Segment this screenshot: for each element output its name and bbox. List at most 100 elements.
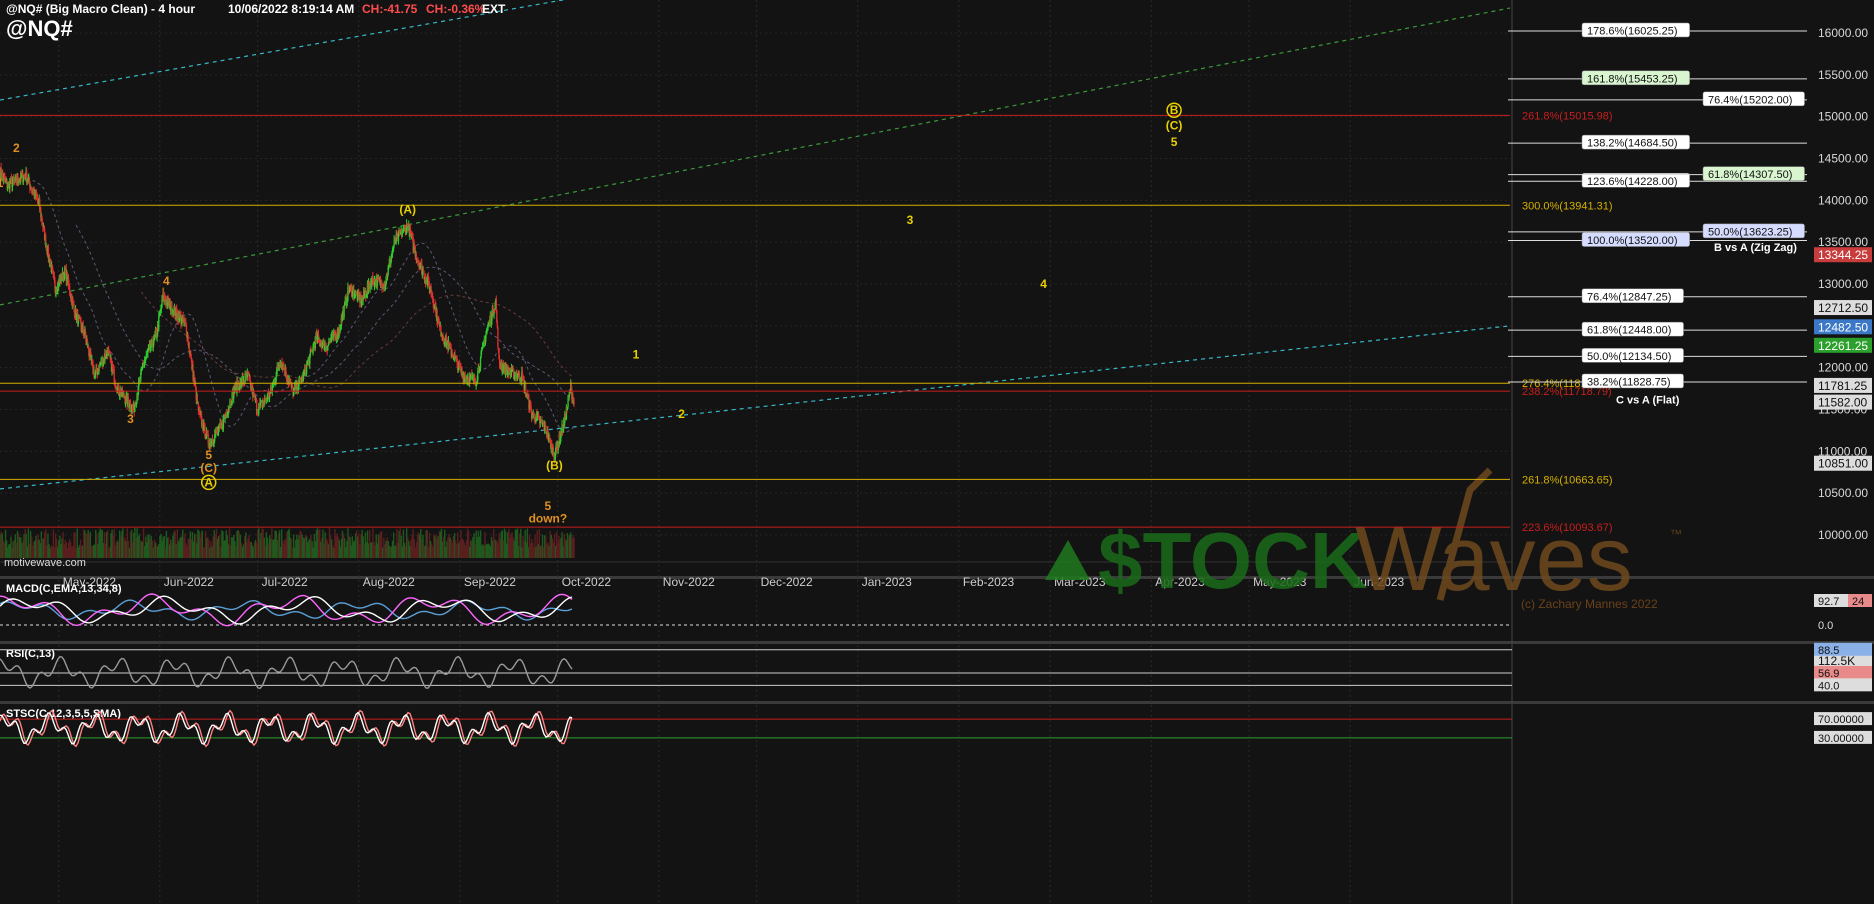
- candle-body: [158, 316, 160, 330]
- candle-body: [343, 305, 345, 318]
- price-tick-label: 14500.00: [1818, 152, 1868, 166]
- chart-title: @NQ# (Big Macro Clean) - 4 hour: [6, 2, 196, 16]
- indicator-level-label: 88.5: [1818, 645, 1839, 657]
- candlestick-series: [0, 162, 575, 464]
- watermark-left-text: $TOCK: [1098, 516, 1368, 605]
- indicator-level-label: 56.9: [1818, 668, 1839, 680]
- wave-label: 5: [1171, 135, 1178, 149]
- macd-tick-label: 92.7: [1818, 596, 1839, 608]
- wave-label: 3: [907, 213, 914, 227]
- price-badge-label: 12712.50: [1818, 301, 1868, 315]
- wave-label: 4: [1040, 277, 1047, 291]
- fib-level-label: 76.4%(12847.25): [1587, 291, 1671, 303]
- candle-body: [544, 421, 546, 426]
- candle-body: [497, 328, 499, 348]
- candle-body: [386, 275, 389, 278]
- time-tick-label: Oct-2022: [562, 575, 612, 589]
- wave-label: 2: [13, 141, 20, 155]
- macd-tick-label: 0.0: [1818, 620, 1833, 632]
- candle-body: [72, 298, 74, 302]
- fib-annotation: B vs A (Zig Zag): [1714, 242, 1797, 254]
- candle-body: [54, 280, 56, 289]
- wave-label: (A): [399, 203, 416, 217]
- price-badge-label: 12482.50: [1818, 320, 1868, 334]
- candle-body: [512, 367, 514, 369]
- wave-label: 1: [633, 347, 640, 361]
- price-tick-label: 14000.00: [1818, 193, 1868, 207]
- candle-body: [271, 385, 274, 392]
- wave-label: 3: [127, 412, 134, 426]
- fib-level-label: 100.0%(13520.00): [1587, 235, 1678, 247]
- candle-body: [477, 371, 479, 381]
- wave-label: (C): [200, 461, 217, 475]
- source-label: motivewave.com: [4, 557, 86, 569]
- candle-body: [222, 418, 225, 429]
- candle-body: [573, 400, 575, 405]
- candle-body: [479, 357, 482, 368]
- fib-annotation: C vs A (Flat): [1616, 394, 1680, 406]
- wave-label: A: [204, 475, 213, 489]
- candle-body: [495, 298, 497, 310]
- fib-level-right-label: 61.8%(14307.50): [1708, 169, 1792, 181]
- time-tick-label: Jul-2022: [262, 575, 308, 589]
- fib-line-label: 261.8%(10663.65): [1522, 474, 1613, 486]
- price-tick-label: 10000.00: [1818, 528, 1868, 542]
- candle-body: [18, 181, 20, 184]
- grid-vertical: May-2022 Jun-2022 Jul-2022 Aug-2022 Sep-2022…: [58, 0, 1405, 904]
- candle-body: [438, 320, 440, 324]
- wave-label: B: [1170, 103, 1179, 117]
- fib-level-right-label: 76.4%(15202.00): [1708, 94, 1792, 106]
- volume-series: [0, 528, 575, 558]
- macd-signal-label: 24: [1852, 596, 1864, 608]
- price-tick-label: 13000.00: [1818, 277, 1868, 291]
- time-tick-label: Jun-2022: [164, 575, 214, 589]
- grid-horizontal: 16000.00 15500.00 15000.00 14500.00 14000.00…: [0, 26, 1868, 542]
- candle-body: [452, 353, 454, 357]
- indicator-level-label: 30.00000: [1818, 733, 1864, 745]
- wave-label: 2: [678, 407, 685, 421]
- pane-divider-2: [0, 701, 1874, 704]
- price-tick-label: 15500.00: [1818, 68, 1868, 82]
- price-tick-label: 12000.00: [1818, 361, 1868, 375]
- time-tick-label: Dec-2022: [761, 575, 813, 589]
- price-badge-label: 13344.25: [1818, 248, 1868, 262]
- fib-line-label: 223.6%(10093.67): [1522, 522, 1613, 534]
- candle-body: [362, 298, 364, 301]
- pane-divider-1: [0, 641, 1874, 644]
- time-tick-label: Nov-2022: [663, 575, 715, 589]
- fib-level-label: 161.8%(15453.25): [1587, 73, 1678, 85]
- fib-line-label: 261.8%(15015.98): [1522, 110, 1613, 122]
- chart-canvas[interactable]: May-2022 Jun-2022 Jul-2022 Aug-2022 Sep-2022…: [0, 0, 1874, 904]
- candle-body: [230, 404, 232, 406]
- price-tick-label: 15000.00: [1818, 110, 1868, 124]
- price-tick-label: 10500.00: [1818, 486, 1868, 500]
- wave-label: 5: [205, 448, 212, 462]
- price-badge-label: 11781.25: [1818, 379, 1867, 393]
- indicator-title: STSC(C,12,3,5,5,SMA): [6, 708, 121, 720]
- fib-line-label: 300.0%(13941.31): [1522, 200, 1613, 212]
- watermark-copyright: (c) Zachary Mannes 2022: [1521, 597, 1658, 611]
- candle-body: [344, 301, 346, 306]
- price-badge-label: 11582.00: [1818, 396, 1867, 410]
- candle-body: [485, 334, 487, 339]
- fib-level-label: 50.0%(12134.50): [1587, 351, 1671, 363]
- fib-level-label: 61.8%(12448.00): [1587, 325, 1671, 337]
- time-tick-label: Sep-2022: [464, 575, 516, 589]
- watermark-logo: $TOCKWaves ™(c) Zachary Mannes 2022: [1045, 467, 1682, 611]
- trend-channel-line-0: [0, 325, 1511, 490]
- watermark-tm: ™: [1670, 527, 1682, 541]
- wave-label: (C): [1166, 118, 1183, 132]
- candle-body: [548, 434, 551, 439]
- candle-body: [327, 346, 329, 351]
- price-badge-label: 12261.25: [1818, 339, 1868, 353]
- trend-channel-line-2: [0, 7, 1511, 306]
- volume-bar: [573, 537, 575, 558]
- symbol-label: @NQ#: [6, 16, 73, 41]
- indicator-title: MACD(C,EMA,13,34,8): [6, 583, 122, 595]
- change-value: CH:-41.75: [362, 2, 418, 16]
- fib-level-label: 38.2%(11828.75): [1587, 376, 1671, 388]
- candle-body: [73, 303, 75, 309]
- moving-average-mid: [75, 224, 574, 408]
- chart-datetime: 10/06/2022 8:19:14 AM: [228, 2, 355, 16]
- indicator-level-label: 40.0: [1818, 680, 1839, 692]
